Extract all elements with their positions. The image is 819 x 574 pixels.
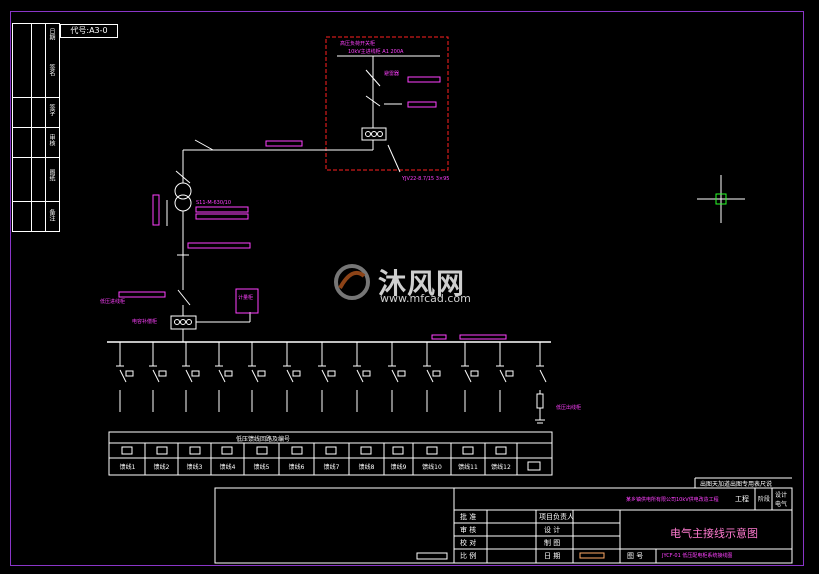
lightning-label: 避雷器 [384,71,400,77]
tb-row-3-label: 校 对 [460,539,477,547]
tb-row-2-label: 审 核 [460,526,477,534]
meter-box-label: 计量柜 [238,295,254,301]
feeder-cell-8: 馈线8 [358,464,375,471]
watermark-url: www.mfcad.com [380,292,471,305]
top-right-header: 出图天加道出图专用表尺说 [700,481,773,488]
discipline: 电气 [775,501,788,508]
feeder-cell-3: 馈线3 [186,464,203,471]
transformer-coil-1 [174,182,192,200]
tb-row-1-value: 项目负责人 [539,513,574,521]
hv-box-line: 10kV主进线柜 A1 200A [348,49,404,55]
tb-row-4-value: 日 期 [544,552,561,560]
cable-text: YJV22-8.7/15 3×95 [402,176,450,182]
lv-main-label: 低压进线柜 [100,299,126,305]
feeder-table-title: 低压馈线回路及编号 [236,436,291,443]
hv-box-title: 高压负荷开关柜 [340,41,376,47]
transformer-label: S11-M-630/10 [196,200,232,206]
feeder-cell-9: 馈线9 [390,464,407,471]
stage-label: 阶段 [758,496,771,503]
project-suffix: 工程 [735,495,749,503]
feeder-cell-10: 馈线10 [422,464,442,471]
feeder-cell-6: 馈线6 [288,464,305,471]
feeder-cell-12: 馈线12 [491,464,511,471]
watermark-logo-icon [334,264,370,300]
drawing-no: JYCF-01 低压配电柜系统接线图 [662,553,733,559]
feeder-cell-4: 馈线4 [219,464,236,471]
project-name: 某乡镇供电所有限公司10kV供电改造工程 [626,497,719,503]
tb-row-3-value: 制 图 [544,539,561,547]
feeder-cell-7: 馈线7 [323,464,340,471]
drawing-title: 电气主接线示意图 [670,527,758,540]
tb-row-2-value: 设 计 [544,526,561,534]
meter-box [235,288,259,314]
feeder-cell-1: 馈线1 [119,464,136,471]
feeder-cell-11: 馈线11 [458,464,478,471]
tb-row-4-label: 比 例 [460,552,477,560]
feeder-cell-5: 馈线5 [253,464,270,471]
tb-row-1-label: 批 准 [460,513,477,521]
drawing-no-label: 图 号 [627,552,644,560]
feeder-branches [116,342,547,424]
capacitor-label: 电容补偿柜 [132,319,158,325]
cad-crosshair [697,175,745,223]
transformer-coil-2 [174,194,192,212]
lv-cabinet-label: 低压出线柜 [556,405,582,411]
feeder-cell-2: 馈线2 [153,464,170,471]
stage-value: 设计 [775,492,788,499]
